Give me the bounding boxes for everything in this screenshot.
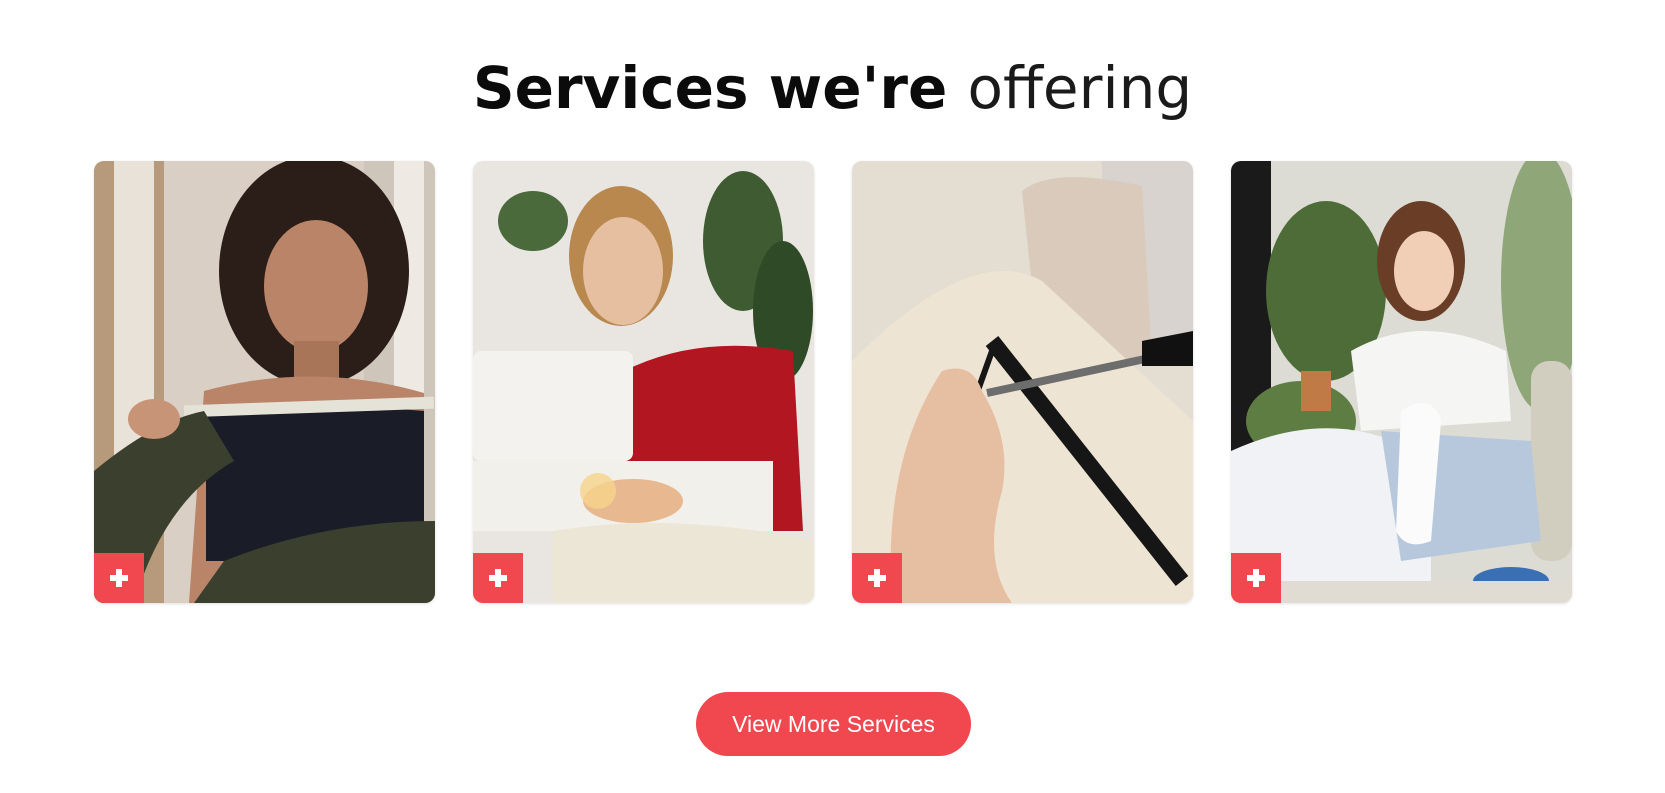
service-card[interactable] <box>473 161 814 603</box>
cutting-fabric-on-mannequin-photo <box>852 161 1193 603</box>
service-cards <box>94 161 1572 603</box>
woman-hand-sewing-photo <box>1231 161 1572 603</box>
heading-bold-text: Services we're <box>472 54 948 122</box>
expand-service-button[interactable] <box>473 553 523 603</box>
plus-icon <box>868 569 886 587</box>
woman-at-sewing-machine-photo <box>473 161 814 603</box>
woman-measured-with-tape-photo <box>94 161 435 603</box>
section-heading: Services we're offering <box>0 48 1665 128</box>
view-more-services-button[interactable]: View More Services <box>696 692 971 756</box>
service-card[interactable] <box>94 161 435 603</box>
expand-service-button[interactable] <box>94 553 144 603</box>
plus-icon <box>110 569 128 587</box>
plus-icon <box>489 569 507 587</box>
heading-light-text: offering <box>967 54 1193 122</box>
services-section: Services we're offering View More Servic… <box>0 0 1665 793</box>
plus-icon <box>1247 569 1265 587</box>
service-card[interactable] <box>1231 161 1572 603</box>
service-card[interactable] <box>852 161 1193 603</box>
expand-service-button[interactable] <box>852 553 902 603</box>
expand-service-button[interactable] <box>1231 553 1281 603</box>
